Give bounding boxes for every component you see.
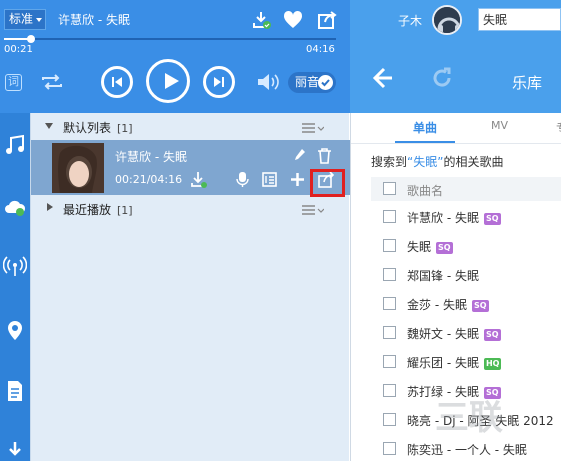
trash-icon[interactable] — [316, 147, 333, 164]
row-checkbox[interactable] — [383, 210, 396, 223]
share-highlight-box — [310, 169, 345, 197]
row-checkbox[interactable] — [383, 413, 396, 426]
mv-icon[interactable] — [234, 171, 251, 188]
result-song-name[interactable]: 陈奕迅 - 一个人 - 失眠 — [407, 441, 527, 458]
microphone-icon[interactable] — [290, 147, 307, 164]
menu-icon[interactable] — [302, 205, 324, 215]
tab-mv[interactable]: MV — [491, 119, 508, 132]
result-row[interactable]: 金莎 - 失眠 SQ — [371, 289, 561, 318]
group-title: 最近播放 [1] — [63, 203, 133, 217]
playlist-group-default[interactable]: 默认列表 [1] — [31, 114, 350, 140]
row-checkbox[interactable] — [383, 442, 396, 455]
result-song-name[interactable]: 许慧欣 - 失眠 SQ — [407, 209, 501, 226]
play-button[interactable] — [146, 59, 190, 103]
quality-badge: SQ — [483, 212, 501, 225]
username[interactable]: 子木 — [398, 12, 422, 29]
result-row[interactable]: 失眠 SQ — [371, 231, 561, 260]
share-icon[interactable] — [316, 9, 338, 31]
nav-back-icon[interactable] — [370, 66, 394, 90]
quality-select[interactable]: 标准 — [4, 9, 46, 30]
chevron-right-icon — [47, 203, 53, 211]
now-playing-title: 许慧欣 - 失眠 — [58, 13, 130, 27]
lyric-icon: 词 — [8, 75, 19, 88]
next-icon — [214, 77, 224, 87]
volume-icon[interactable] — [256, 71, 280, 93]
result-song-name[interactable]: 耀乐团 - 失眠 HQ — [407, 354, 502, 371]
menu-icon[interactable] — [302, 123, 324, 133]
column-header-song: 歌曲名 — [407, 184, 444, 198]
lyrics-icon[interactable] — [261, 171, 278, 188]
svg-text:三联: 三联 — [435, 398, 503, 438]
result-summary: 搜索到“失眠”的相关歌曲 — [371, 155, 504, 169]
refresh-icon[interactable] — [430, 66, 454, 90]
library-tab[interactable]: 乐库 — [512, 72, 542, 93]
quality-badge: SQ — [483, 328, 501, 341]
chevron-down-icon — [36, 18, 42, 22]
chevron-down-icon — [45, 123, 53, 129]
song-title: 许慧欣 - 失眠 — [115, 150, 187, 164]
group-title: 默认列表 [1] — [63, 121, 133, 135]
check-icon — [318, 75, 333, 90]
playlist-group-recent[interactable]: 最近播放 [1] — [31, 196, 350, 222]
result-song-name[interactable]: 魏妍文 - 失眠 SQ — [407, 325, 501, 342]
results-column-header: 歌曲名 — [371, 177, 561, 201]
playlist-song-row[interactable]: 许慧欣 - 失眠 00:21/04:16 — [31, 140, 350, 195]
quality-select-label: 标准 — [9, 12, 34, 26]
music-note-icon[interactable] — [3, 133, 27, 157]
tab-single[interactable]: 单曲 — [413, 119, 437, 136]
document-icon[interactable] — [3, 379, 27, 403]
radio-icon[interactable] — [3, 255, 27, 279]
sound-quality-toggle[interactable]: 丽音 — [288, 72, 336, 93]
result-song-name[interactable]: 郑国锋 - 失眠 — [407, 267, 479, 284]
sidebar — [0, 113, 30, 461]
sound-quality-label: 丽音 — [295, 75, 320, 89]
time-elapsed: 00:21 — [4, 44, 33, 55]
repeat-icon[interactable] — [40, 72, 64, 92]
album-cover — [52, 143, 104, 193]
result-row[interactable]: 魏妍文 - 失眠 SQ — [371, 318, 561, 347]
search-input[interactable] — [478, 8, 561, 31]
next-button[interactable] — [203, 66, 235, 98]
select-all-checkbox[interactable] — [383, 182, 396, 195]
previous-icon — [112, 77, 122, 87]
download-icon[interactable] — [190, 171, 207, 188]
add-icon[interactable] — [289, 171, 306, 188]
row-checkbox[interactable] — [383, 384, 396, 397]
quality-badge: SQ — [436, 241, 453, 254]
row-checkbox[interactable] — [383, 355, 396, 368]
quality-badge: SQ — [471, 299, 489, 312]
quality-badge: HQ — [483, 357, 502, 370]
cloud-icon[interactable] — [3, 195, 27, 219]
download-icon[interactable] — [250, 9, 272, 31]
row-checkbox[interactable] — [383, 268, 396, 281]
tab-album[interactable]: 专 — [556, 119, 561, 136]
row-checkbox[interactable] — [383, 239, 396, 252]
result-row[interactable]: 耀乐团 - 失眠 HQ — [371, 347, 561, 376]
previous-button[interactable] — [101, 66, 133, 98]
song-time: 00:21/04:16 — [115, 173, 183, 186]
watermark-logo: 三联 — [435, 398, 503, 438]
result-row[interactable]: 郑国锋 - 失眠 — [371, 260, 561, 289]
result-row[interactable]: 许慧欣 - 失眠 SQ — [371, 202, 561, 231]
row-checkbox[interactable] — [383, 326, 396, 339]
result-song-name[interactable]: 金莎 - 失眠 SQ — [407, 296, 489, 313]
heart-icon[interactable] — [282, 9, 304, 31]
playlist-panel: 默认列表 [1] 许慧欣 - 失眠 00:21/04:16 最近播放 [1] — [30, 113, 350, 461]
lyric-button[interactable]: 词 — [5, 74, 22, 91]
divider — [351, 143, 561, 144]
result-song-name[interactable]: 失眠 SQ — [407, 238, 453, 255]
location-icon[interactable] — [3, 318, 27, 342]
progress-bar[interactable] — [4, 35, 336, 43]
player-bar: 标准 许慧欣 - 失眠 00:21 04:16 词 丽音 — [0, 0, 350, 113]
row-checkbox[interactable] — [383, 297, 396, 310]
progress-knob[interactable] — [27, 35, 36, 43]
play-icon — [165, 73, 179, 89]
avatar[interactable] — [432, 5, 462, 35]
download-icon[interactable] — [3, 439, 27, 461]
time-total: 04:16 — [306, 44, 335, 55]
